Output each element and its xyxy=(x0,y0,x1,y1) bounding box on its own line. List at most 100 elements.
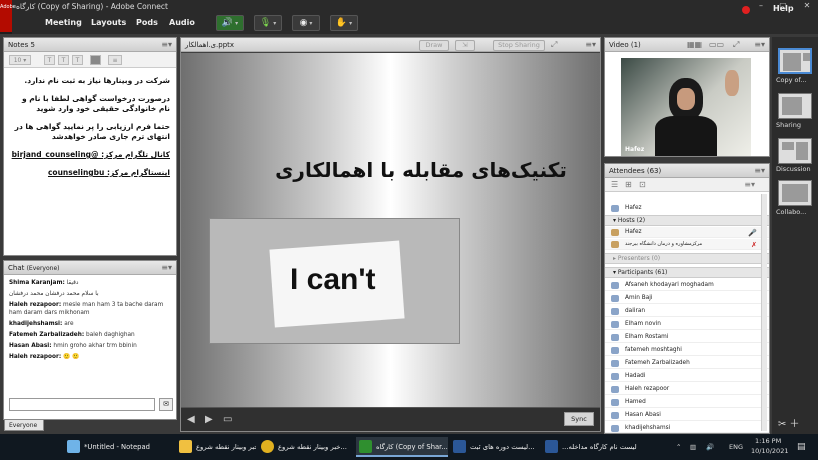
participants-section[interactable]: ▾ Participants (61) xyxy=(605,267,769,278)
volume-icon[interactable]: 🔊 xyxy=(706,443,714,451)
chat-input[interactable] xyxy=(9,398,155,411)
chat-tab-everyone[interactable]: Everyone xyxy=(4,419,44,431)
participant-row[interactable]: Haleh rezapoor xyxy=(605,384,769,395)
taskbar-connect[interactable]: کارگاه (Copy of Shar... xyxy=(356,437,448,457)
list-icon[interactable]: ≡ xyxy=(108,55,122,65)
participant-row[interactable]: Elham Rostami xyxy=(605,332,769,343)
layout-label[interactable]: Collabo... xyxy=(776,208,818,216)
host-row[interactable]: مرکزمشاوره و درمان دانشگاه بیرجند ✗ xyxy=(605,239,769,250)
font-size-select[interactable]: 10 ▾ xyxy=(9,55,31,65)
filmstrip-icon[interactable]: ▭▭ xyxy=(709,40,724,49)
taskbar-chrome[interactable]: خبر وبینار نقطه شروع... xyxy=(258,437,354,457)
layout-thumb-collaboration[interactable] xyxy=(778,180,812,206)
breakout-icon[interactable]: ⊞ xyxy=(625,180,632,189)
fullscreen-icon[interactable]: ⤢ xyxy=(551,40,557,50)
video-participant-name: Hafez xyxy=(625,146,645,153)
language-indicator[interactable]: ENG xyxy=(729,443,743,451)
next-slide-icon[interactable]: ▶ xyxy=(205,414,213,425)
participant-name: Afsaneh khodayari moghadam xyxy=(625,282,714,288)
status-view-icon[interactable]: ⊡ xyxy=(639,180,646,189)
participant-row[interactable]: Hasan Abasi xyxy=(605,410,769,421)
taskbar-word[interactable]: ...لیست نام کارگاه مداخله xyxy=(542,437,640,457)
layout-thumb-discussion[interactable] xyxy=(778,138,812,164)
network-icon[interactable]: ▥ xyxy=(690,443,696,451)
video-feed[interactable]: Hafez xyxy=(621,58,751,156)
video-pod-header: Video (1) ▦▦ ▭▭ ⤢ ≡▾ xyxy=(605,38,769,52)
user-icon xyxy=(611,425,619,432)
clock-date[interactable]: 10/10/2021 xyxy=(751,447,788,455)
notes-line: کانال تلگرام مرکز: @birjand_counseling xyxy=(11,150,170,159)
share-pod: ی.اهمالکار.pptx Draw ⇲ Stop Sharing ⤢ ≡▾… xyxy=(180,37,601,432)
taskbar-notepad[interactable]: *Untitled - Notepad xyxy=(64,437,174,457)
share-pod-header: ی.اهمالکار.pptx Draw ⇲ Stop Sharing ⤢ ≡▾ xyxy=(181,38,600,52)
pod-menu-icon[interactable]: ≡▾ xyxy=(754,166,765,175)
layout-thumb-sharing[interactable] xyxy=(778,93,812,119)
layout-label[interactable]: Discussion xyxy=(776,165,818,173)
word-icon xyxy=(453,440,466,453)
grid-view-icon[interactable]: ▦▦ xyxy=(687,40,702,49)
close-button[interactable]: ✕ xyxy=(800,1,814,10)
participant-row[interactable]: Afsaneh khodayari moghadam xyxy=(605,280,769,291)
participant-row[interactable]: Hadadi xyxy=(605,371,769,382)
taskbar-item[interactable]: خبر وبینار نقطه شروع xyxy=(176,437,256,457)
stop-sharing-button[interactable]: Stop Sharing xyxy=(493,40,545,51)
layout-label[interactable]: Copy of... xyxy=(776,76,818,84)
menu-meeting[interactable]: Meeting xyxy=(45,18,82,27)
layout-tools-icon[interactable]: ✂ ＋ xyxy=(778,415,800,430)
attendee-menu-icon[interactable]: ≡▾ xyxy=(744,180,755,189)
pod-menu-icon[interactable]: ≡▾ xyxy=(161,263,172,272)
clock-time[interactable]: 1:16 PM xyxy=(755,437,781,445)
color-swatch-icon[interactable] xyxy=(90,55,101,65)
list-view-icon[interactable]: ☰ xyxy=(611,180,618,189)
menu-audio[interactable]: Audio xyxy=(169,18,195,27)
chat-sender: Haleh rezapoor: xyxy=(9,302,62,308)
italic-icon[interactable]: T xyxy=(58,55,69,65)
folder-icon xyxy=(179,440,192,453)
draw-button[interactable]: Draw xyxy=(419,40,449,51)
pod-menu-icon[interactable]: ≡▾ xyxy=(585,40,596,49)
share-file-name: ی.اهمالکار.pptx xyxy=(185,41,235,49)
speaker-button[interactable]: 🔊 ▾ xyxy=(216,15,244,31)
host-icon xyxy=(611,241,619,248)
webcam-button[interactable]: ◉ ▾ xyxy=(292,15,320,31)
participant-row[interactable]: khadijehshamsi xyxy=(605,423,769,433)
pointer-icon[interactable]: ⇲ xyxy=(455,40,475,51)
chat-text: hmin groho akhar trm bbinin xyxy=(53,343,137,349)
bold-icon[interactable]: T xyxy=(44,55,55,65)
taskbar-word[interactable]: لیست دوره های ثبت... xyxy=(450,437,540,457)
microphone-button[interactable]: 🎙 ▾ xyxy=(254,15,282,31)
sidebar-toggle-icon[interactable]: ▭ xyxy=(223,414,232,425)
attendees-scrollbar[interactable] xyxy=(761,194,767,431)
participant-row[interactable]: daliran xyxy=(605,306,769,317)
previous-slide-icon[interactable]: ◀ xyxy=(187,414,195,425)
participant-row[interactable]: fatemeh moshtaghi xyxy=(605,345,769,356)
hosts-section[interactable]: ▾ Hosts (2) xyxy=(605,215,769,226)
fullscreen-icon[interactable]: ⤢ xyxy=(733,40,739,50)
recording-indicator[interactable] xyxy=(742,6,750,14)
tray-arrow-icon[interactable]: ⌃ xyxy=(676,443,681,451)
status-button[interactable]: ✋ ▾ xyxy=(330,15,358,31)
notification-icon[interactable]: ▤ xyxy=(797,442,806,452)
notes-content[interactable]: شرکت در وبینارها نیاز به ثبت نام ندارد. … xyxy=(4,68,176,255)
layout-label[interactable]: Sharing xyxy=(776,121,818,129)
underline-icon[interactable]: T xyxy=(72,55,83,65)
current-user-row[interactable]: Hafez xyxy=(605,203,769,214)
chat-send-button[interactable]: ✉ xyxy=(159,398,173,411)
presenters-section[interactable]: ▸ Presenters (0) xyxy=(605,253,769,264)
menu-layouts[interactable]: Layouts xyxy=(91,18,126,27)
video-person-hand xyxy=(725,70,739,96)
menu-help[interactable]: Help xyxy=(773,4,794,13)
host-row[interactable]: Hafez 🎤 xyxy=(605,227,769,238)
participant-row[interactable]: Amin Baji xyxy=(605,293,769,304)
participant-row[interactable]: Fatemeh Zarbalizadeh xyxy=(605,358,769,369)
font-size-value: 10 xyxy=(13,57,22,64)
participant-row[interactable]: Hamed xyxy=(605,397,769,408)
pod-menu-icon[interactable]: ≡▾ xyxy=(161,40,172,49)
participant-row[interactable]: Elham novin xyxy=(605,319,769,330)
chat-messages: Shima Karanjam: دقیقا با سلام محمد درفشا… xyxy=(4,275,176,393)
menu-pods[interactable]: Pods xyxy=(136,18,158,27)
layout-thumb-copy[interactable] xyxy=(778,48,812,74)
pod-menu-icon[interactable]: ≡▾ xyxy=(754,40,765,49)
sync-button[interactable]: Sync xyxy=(564,412,594,426)
minimize-button[interactable]: – xyxy=(754,1,768,10)
